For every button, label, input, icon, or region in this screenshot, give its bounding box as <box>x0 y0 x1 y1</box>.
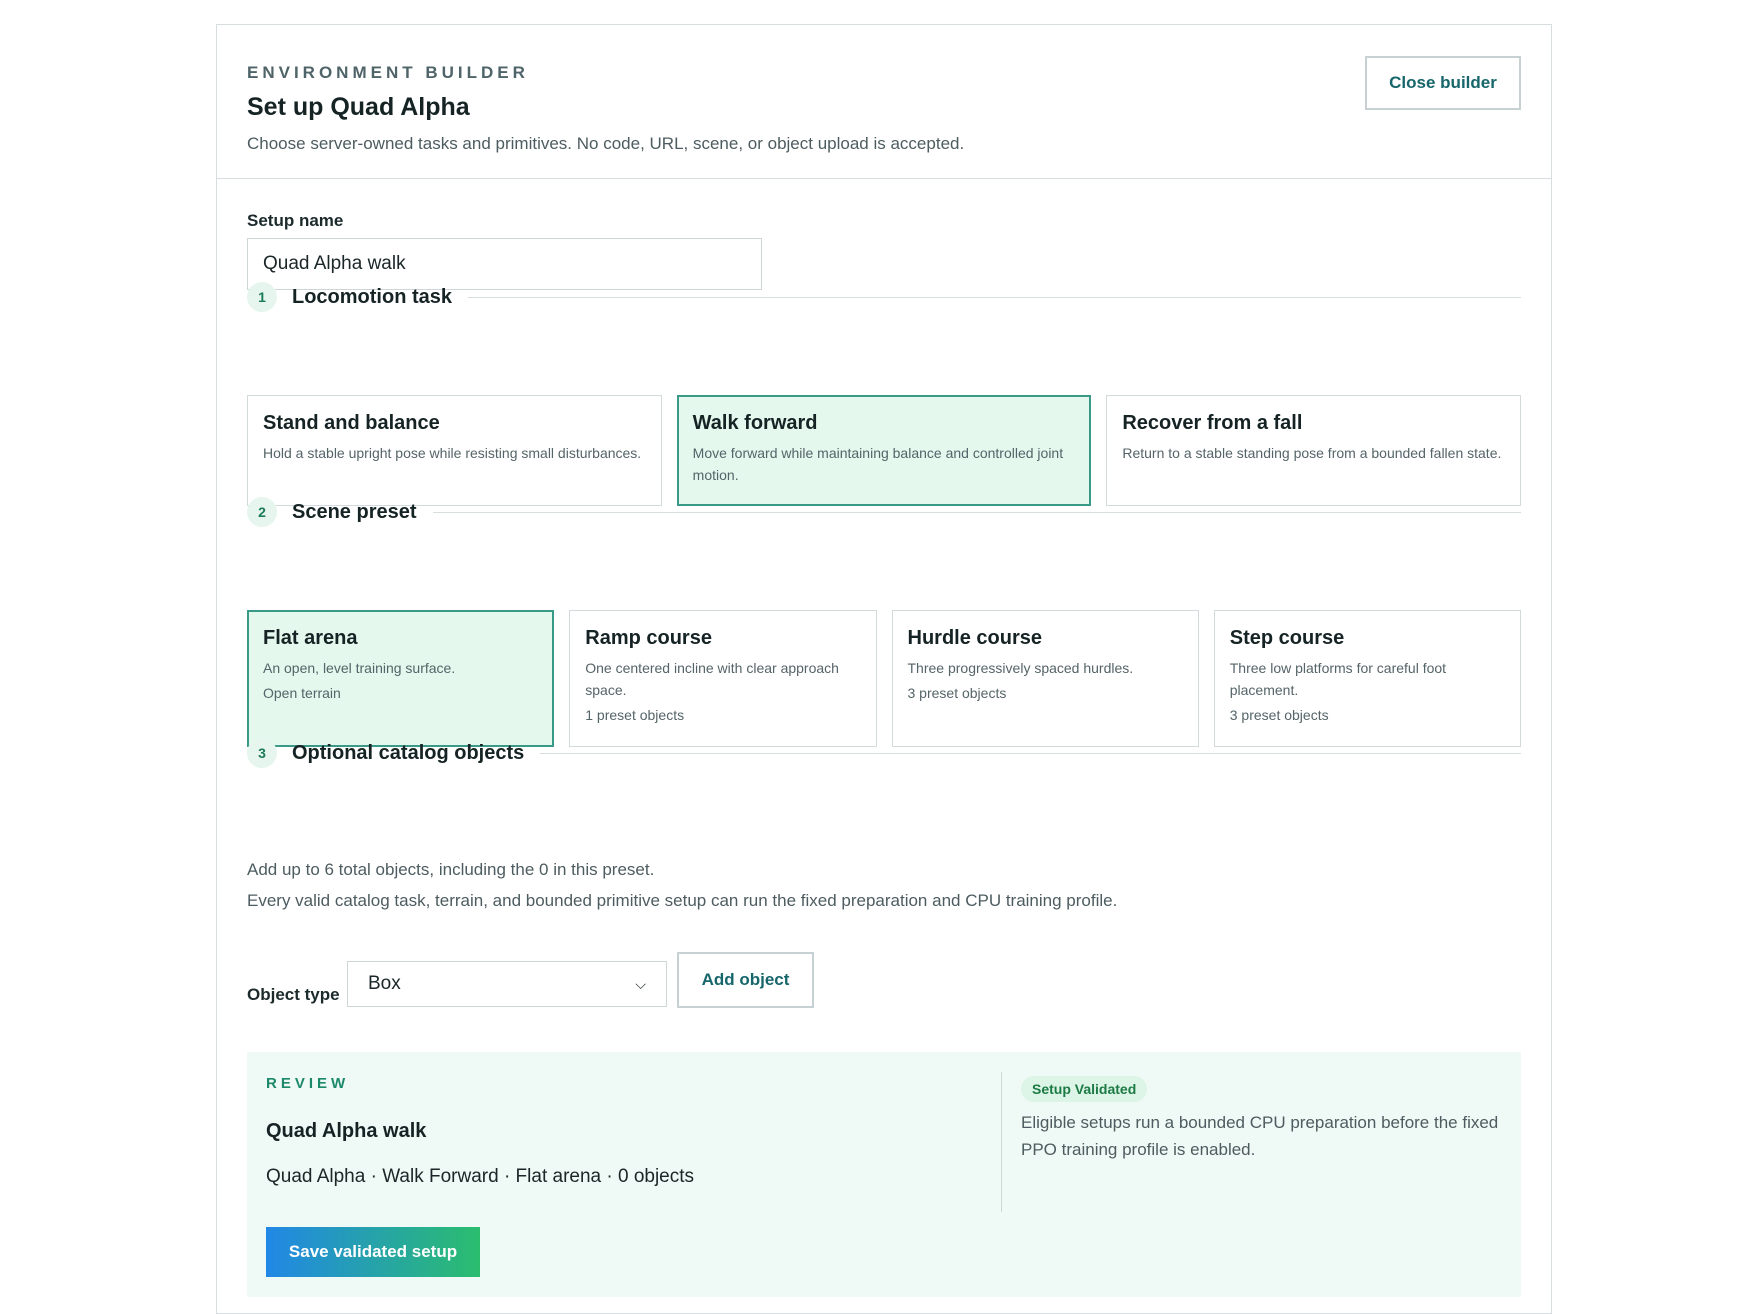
object-type-value: Box <box>368 973 401 994</box>
section-scene-preset: 2 Scene preset <box>247 495 1521 529</box>
review-panel: REVIEW Quad Alpha walk Quad Alpha · Walk… <box>247 1052 1521 1297</box>
step-number-badge: 2 <box>247 497 277 527</box>
object-limit-help: Add up to 6 total objects, including the… <box>247 860 655 879</box>
card-description: One centered incline with clear approach… <box>585 660 839 698</box>
card-title: Ramp course <box>585 627 712 649</box>
card-meta: Open terrain <box>263 685 341 701</box>
section-divider <box>432 511 1521 513</box>
scene-card-row: Flat arena An open, level training surfa… <box>247 610 1521 747</box>
setup-name-label: Setup name <box>247 211 344 230</box>
card-title: Step course <box>1229 627 1345 649</box>
card-meta: 1 preset objects <box>585 707 685 723</box>
review-setup-name: Quad Alpha walk <box>266 1120 427 1142</box>
card-title: Flat arena <box>263 627 358 649</box>
card-title: Stand and balance <box>263 412 440 434</box>
scene-card-ramp-course[interactable]: Ramp course One centered incline with cl… <box>569 610 877 747</box>
section-divider <box>468 296 1521 298</box>
card-description: An open, level training surface. <box>263 660 456 676</box>
task-card-row: Stand and balance Hold a stable upright … <box>247 395 1522 506</box>
close-builder-button[interactable]: Close builder <box>1365 56 1521 110</box>
step-number-badge: 3 <box>247 738 277 768</box>
add-object-button[interactable]: Add object <box>677 952 814 1008</box>
object-type-select[interactable]: Box ⌵ <box>347 961 667 1007</box>
card-description: Three progressively spaced hurdles. <box>907 660 1134 676</box>
scene-card-flat-arena[interactable]: Flat arena An open, level training surfa… <box>247 610 555 747</box>
card-description: Move forward while maintaining balance a… <box>692 445 1064 483</box>
card-meta: 3 preset objects <box>907 685 1007 701</box>
card-title: Walk forward <box>692 412 818 434</box>
builder-header: ENVIRONMENT BUILDER Set up Quad Alpha Ch… <box>217 25 1551 179</box>
card-description: Hold a stable upright pose while resisti… <box>263 445 642 461</box>
review-summary: Quad Alpha · Walk Forward · Flat arena ·… <box>266 1166 695 1187</box>
page-title: Set up Quad Alpha <box>247 93 470 121</box>
task-card-stand-and-balance[interactable]: Stand and balance Hold a stable upright … <box>247 395 662 506</box>
scene-card-hurdle-course[interactable]: Hurdle course Three progressively spaced… <box>891 610 1199 747</box>
review-eyebrow: REVIEW <box>266 1075 350 1092</box>
section-locomotion-task: 1 Locomotion task <box>247 280 1521 314</box>
card-title: Hurdle course <box>907 627 1042 649</box>
review-divider <box>1001 1072 1002 1212</box>
card-description: Three low platforms for careful foot pla… <box>1229 660 1447 698</box>
section-title: Locomotion task <box>292 285 453 308</box>
object-eligibility-help: Every valid catalog task, terrain, and b… <box>247 891 1118 910</box>
section-optional-catalog-objects: 3 Optional catalog objects <box>247 736 1521 770</box>
card-description: Return to a stable standing pose from a … <box>1122 445 1502 461</box>
card-title: Recover from a fall <box>1122 412 1303 434</box>
task-card-recover-from-a-fall[interactable]: Recover from a fall Return to a stable s… <box>1106 395 1522 506</box>
section-title: Optional catalog objects <box>292 741 525 764</box>
status-badge: Setup Validated <box>1021 1076 1148 1102</box>
section-divider <box>540 752 1521 754</box>
review-note: Eligible setups run a bounded CPU prepar… <box>1021 1113 1499 1159</box>
object-type-label: Object type <box>247 985 340 1004</box>
card-meta: 3 preset objects <box>1229 707 1329 723</box>
step-number-badge: 1 <box>247 282 277 312</box>
environment-builder-panel: ENVIRONMENT BUILDER Set up Quad Alpha Ch… <box>216 24 1552 1314</box>
builder-eyebrow: ENVIRONMENT BUILDER <box>247 63 529 82</box>
save-validated-setup-button[interactable]: Save validated setup <box>266 1227 480 1277</box>
task-card-walk-forward[interactable]: Walk forward Move forward while maintain… <box>676 395 1092 506</box>
scene-card-step-course[interactable]: Step course Three low platforms for care… <box>1213 610 1521 747</box>
section-title: Scene preset <box>292 500 417 523</box>
page-subtitle: Choose server-owned tasks and primitives… <box>247 134 965 153</box>
chevron-down-icon: ⌵ <box>635 975 646 992</box>
